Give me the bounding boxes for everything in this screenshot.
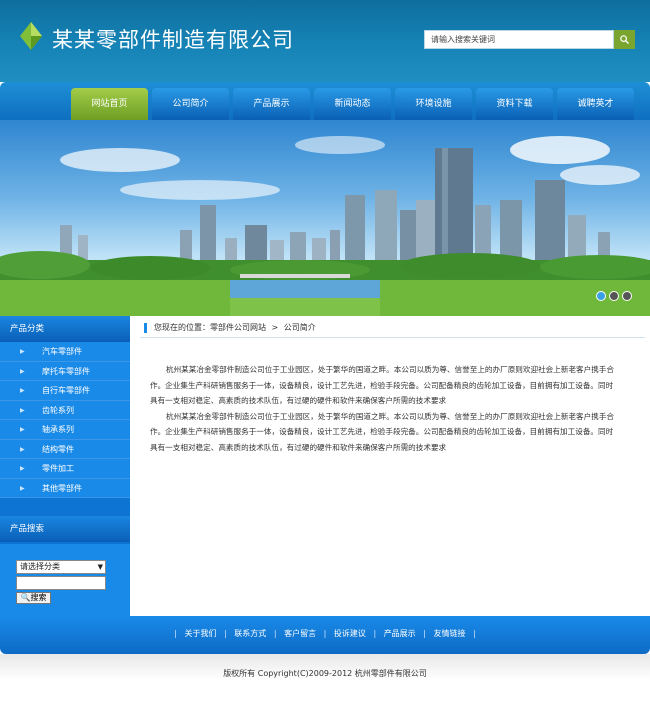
category-label: 其他零部件 [42, 483, 82, 493]
banner-dot-2[interactable] [609, 291, 619, 301]
footer-link-contact[interactable]: 联系方式 [234, 629, 266, 638]
category-label: 零件加工 [42, 464, 74, 473]
keyword-input[interactable] [16, 576, 106, 590]
product-search-button[interactable]: 🔍搜索 [16, 592, 51, 604]
footer-link-products[interactable]: 产品展示 [384, 629, 416, 638]
category-select[interactable]: 请选择分类 ▼ [16, 560, 106, 574]
arrow-right-icon: ▶ [20, 406, 25, 414]
footer-link-feedback[interactable]: 投诉建议 [334, 629, 366, 638]
search-input[interactable]: 请输入搜索关键词 [424, 30, 614, 49]
footer-nav: | 关于我们 | 联系方式 | 客户留言 | 投诉建议 | 产品展示 | 友情链… [0, 616, 650, 654]
logo-mark-icon [20, 22, 42, 50]
banner-image [0, 120, 650, 316]
banner-dot-3[interactable] [622, 291, 632, 301]
category-select-value: 请选择分类 [20, 562, 60, 571]
footer-separator: | [323, 629, 327, 638]
category-label: 齿轮系列 [42, 405, 74, 415]
chevron-down-icon: ▼ [97, 563, 103, 571]
category-list: ▶ 汽车零部件 ▶ 摩托车零部件 ▶ 自行车零部件 ▶ 齿轮系列 ▶ 轴承系列 ▶ 结构零件… [0, 342, 130, 498]
breadcrumb-prefix[interactable]: 您现在的位置：零部件公司网站 [154, 323, 266, 332]
main-nav: 网站首页 公司简介 产品展示 新闻动态 环境设施 资料下载 诚聘英才 [0, 82, 650, 120]
arrow-right-icon: ▶ [20, 445, 25, 453]
footer-link-about[interactable]: 关于我们 [185, 629, 217, 638]
site-header: 某某零部件制造有限公司 请输入搜索关键词 [0, 0, 650, 82]
footer-separator: | [373, 629, 377, 638]
category-item[interactable]: ▶ 齿轮系列 [0, 400, 130, 420]
search-button[interactable] [614, 30, 635, 49]
category-label: 自行车零部件 [42, 386, 90, 395]
category-item[interactable]: ▶ 轴承系列 [0, 420, 130, 440]
footer-separator: | [273, 629, 277, 638]
footer-link-messages[interactable]: 客户留言 [284, 629, 316, 638]
intro-paragraph: 杭州某某冶金零部件制造公司位于工业园区，处于繁华的国道之畔。本公司以质为尊、信誉… [150, 365, 615, 406]
nav-item-home[interactable]: 网站首页 [71, 88, 148, 120]
category-item[interactable]: ▶ 汽车零部件 [0, 342, 130, 362]
nav-item-careers[interactable]: 诚聘英才 [557, 88, 634, 120]
arrow-right-icon: ▶ [20, 387, 25, 394]
breadcrumb: 您现在的位置：零部件公司网站 > 公司简介 [140, 318, 645, 338]
footer-links: | 关于我们 | 联系方式 | 客户留言 | 投诉建议 | 产品展示 | 友情链… [0, 616, 650, 652]
arrow-right-icon: ▶ [20, 367, 25, 375]
breadcrumb-current: 公司简介 [283, 323, 316, 332]
copyright: 版权所有 Copyright(C)2009-2012 杭州零部件有限公司 [223, 669, 427, 678]
nav-item-about[interactable]: 公司简介 [152, 88, 229, 120]
footer-separator: | [224, 629, 227, 638]
main-content-area [130, 316, 650, 616]
category-label: 摩托车零部件 [42, 366, 90, 376]
company-intro: 杭州某某冶金零部件制造公司位于工业园区，处于繁华的国道之畔。本公司以质为尊、信誉… [150, 362, 620, 456]
magnifier-icon [620, 35, 629, 44]
nav-item-facilities[interactable]: 环境设施 [395, 88, 472, 120]
category-item[interactable]: ▶ 零件加工 [0, 459, 130, 479]
category-item[interactable]: ▶ 自行车零部件 [0, 381, 130, 401]
category-label: 汽车零部件 [42, 347, 82, 356]
intro-paragraph: 杭州某某冶金零部件制造公司位于工业园区，处于繁华的国道之畔。本公司以质为尊、信誉… [150, 411, 615, 452]
banner-dot-1[interactable] [596, 291, 606, 301]
footer-separator: | [174, 629, 177, 638]
nav-item-downloads[interactable]: 资料下载 [476, 88, 553, 120]
category-item[interactable]: ▶ 摩托车零部件 [0, 361, 130, 381]
category-label: 轴承系列 [42, 425, 74, 434]
breadcrumb-separator: > [271, 323, 279, 332]
nav-item-news[interactable]: 新闻动态 [314, 88, 391, 120]
site-title: 某某零部件制造有限公司 [52, 28, 294, 52]
magnifier-icon: 🔍 [20, 593, 31, 602]
arrow-right-icon: ▶ [20, 484, 25, 492]
city-skyline-image [0, 136, 650, 316]
category-item[interactable]: ▶ 结构零件 [0, 439, 130, 459]
arrow-right-icon: ▶ [20, 426, 25, 433]
search-button-label: 搜索 [30, 593, 47, 602]
footer-link-friends[interactable]: 友情链接 [433, 629, 465, 638]
footer-separator: | [473, 629, 476, 638]
arrow-right-icon: ▶ [20, 465, 25, 472]
arrow-right-icon: ▶ [20, 348, 25, 355]
footer-separator: | [423, 629, 426, 638]
product-search-heading: 产品搜索 [0, 516, 130, 542]
category-item[interactable]: ▶ 其他零部件 [0, 478, 130, 498]
category-label: 结构零件 [42, 444, 74, 454]
nav-item-products[interactable]: 产品展示 [233, 88, 310, 120]
category-heading: 产品分类 [0, 316, 130, 342]
